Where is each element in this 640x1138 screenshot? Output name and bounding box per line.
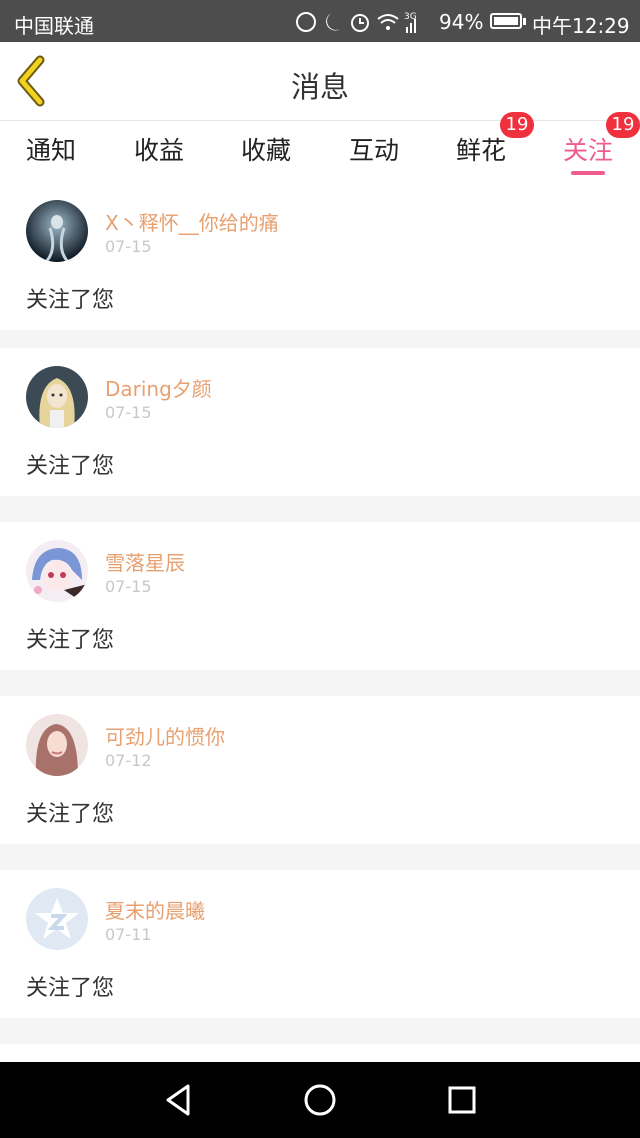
flowers-badge: 19 xyxy=(500,112,534,138)
list-item[interactable]: 雪落星辰 07-15 关注了您 xyxy=(0,522,640,670)
message-text: 关注了您 xyxy=(26,628,115,653)
list-item[interactable]: 可劲儿的惯你 07-12 关注了您 xyxy=(0,696,640,844)
username-link[interactable]: 可劲儿的惯你 xyxy=(105,721,225,750)
avatar[interactable] xyxy=(26,888,88,950)
carrier-name: 中国联通 xyxy=(14,14,94,38)
page-title: 消息 xyxy=(290,70,349,104)
message-text: 关注了您 xyxy=(26,454,115,479)
clock: 中午12:29 xyxy=(532,14,630,38)
home-circle-icon[interactable] xyxy=(300,1080,340,1120)
avatar-blonde-girl-icon xyxy=(26,366,88,428)
message-date: 07-15 xyxy=(105,403,152,422)
header: 消息 xyxy=(0,42,640,121)
avatar[interactable] xyxy=(26,200,88,262)
tab-notifications[interactable]: 通知 xyxy=(11,131,91,167)
tab-bar: 通知 收益 收藏 互动 鲜花 19 关注 19 xyxy=(0,112,640,182)
system-nav-bar xyxy=(0,1062,640,1138)
username-link[interactable]: 夏末的晨曦 xyxy=(105,895,205,924)
message-date: 07-15 xyxy=(105,237,152,256)
message-date: 07-15 xyxy=(105,577,152,596)
tab-earnings[interactable]: 收益 xyxy=(119,131,199,167)
following-badge: 19 xyxy=(606,112,640,138)
avatar-girl-photo-icon xyxy=(26,714,88,776)
avatar-dark-figure-icon xyxy=(26,200,88,262)
list-item[interactable]: X丶释怀__你给的痛 07-15 关注了您 xyxy=(0,182,640,330)
message-text: 关注了您 xyxy=(26,802,115,827)
battery-icon xyxy=(490,13,526,29)
avatar[interactable] xyxy=(26,714,88,776)
list-item[interactable]: Daring夕颜 07-15 关注了您 xyxy=(0,348,640,496)
username-link[interactable]: X丶释怀__你给的痛 xyxy=(105,207,279,236)
tab-favorites[interactable]: 收藏 xyxy=(226,131,306,167)
avatar-default-qzone-icon xyxy=(26,888,88,950)
status-bar: 中国联通 3G 94% 中午12:29 xyxy=(0,0,640,42)
status-icons: 3G xyxy=(296,12,416,33)
username-link[interactable]: Daring夕颜 xyxy=(105,373,212,402)
avatar[interactable] xyxy=(26,540,88,602)
battery-percent: 94% xyxy=(439,10,484,34)
active-tab-indicator xyxy=(571,171,605,175)
username-link[interactable]: 雪落星辰 xyxy=(105,547,185,576)
list-item xyxy=(0,1044,640,1062)
message-date: 07-12 xyxy=(105,751,152,770)
recents-square-icon[interactable] xyxy=(442,1080,482,1120)
message-date: 07-11 xyxy=(105,925,152,944)
message-text: 关注了您 xyxy=(26,288,115,313)
avatar[interactable] xyxy=(26,366,88,428)
message-text: 关注了您 xyxy=(26,976,115,1001)
list-item[interactable]: 夏末的晨曦 07-11 关注了您 xyxy=(0,870,640,1018)
tab-interactions[interactable]: 互动 xyxy=(334,131,414,167)
back-triangle-icon[interactable] xyxy=(158,1080,198,1120)
avatar-anime-girl-icon xyxy=(26,540,88,602)
